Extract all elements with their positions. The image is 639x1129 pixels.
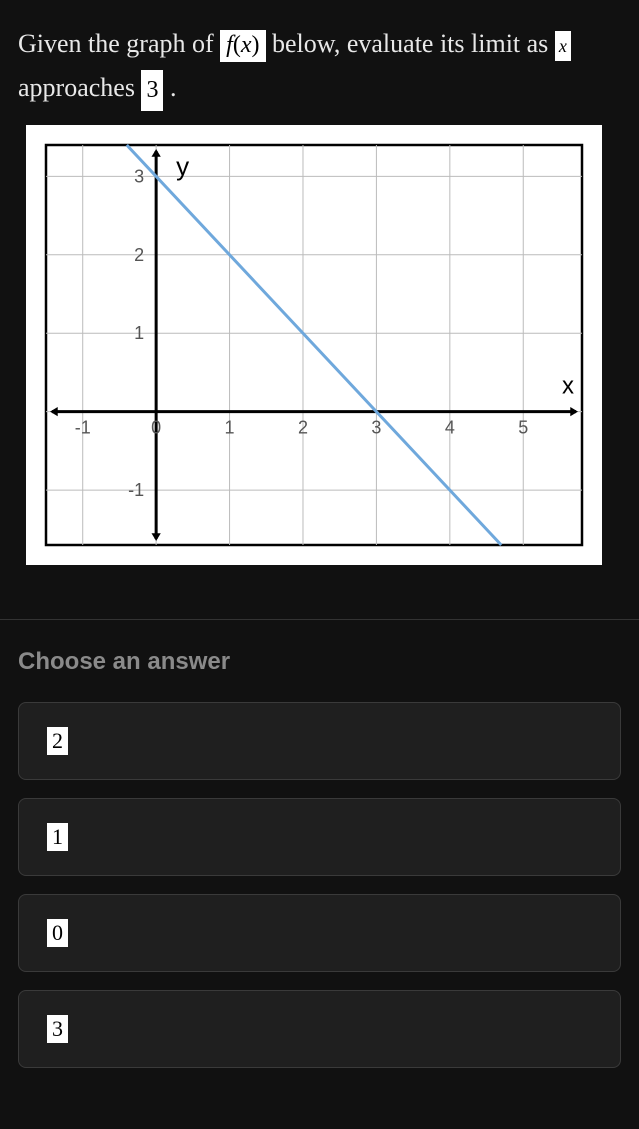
answer-value: 1	[47, 823, 68, 851]
answer-value: 2	[47, 727, 68, 755]
svg-text:4: 4	[445, 417, 455, 437]
graph-svg: -1 0 1 2 3 4 5 -1 1 2 3 x y	[36, 135, 592, 555]
answer-heading: Choose an answer	[18, 648, 621, 676]
variable-x: x	[555, 31, 571, 62]
question-part2: below, evaluate its limit as	[272, 29, 555, 58]
svg-text:2: 2	[134, 244, 144, 264]
svg-text:-1: -1	[128, 480, 144, 500]
svg-text:3: 3	[134, 166, 144, 186]
svg-text:3: 3	[371, 417, 381, 437]
question-part4: .	[170, 73, 177, 102]
question-part3: approaches	[18, 73, 141, 102]
fx-expression: f(x)	[220, 30, 265, 61]
svg-text:y: y	[176, 151, 189, 181]
answer-option-1[interactable]: 1	[18, 798, 621, 876]
answer-section: Choose an answer 2 1 0 3	[0, 620, 639, 1068]
question-text: Given the graph of f(x) below, evaluate …	[0, 0, 639, 583]
svg-text:1: 1	[225, 417, 235, 437]
svg-text:-1: -1	[75, 417, 91, 437]
svg-text:0: 0	[151, 417, 161, 437]
svg-text:5: 5	[518, 417, 528, 437]
answer-option-0[interactable]: 0	[18, 894, 621, 972]
svg-text:1: 1	[134, 323, 144, 343]
answer-option-3[interactable]: 3	[18, 990, 621, 1068]
svg-text:2: 2	[298, 417, 308, 437]
answer-option-2[interactable]: 2	[18, 702, 621, 780]
graph-container: -1 0 1 2 3 4 5 -1 1 2 3 x y	[26, 125, 602, 565]
answer-value: 3	[47, 1015, 68, 1043]
svg-text:x: x	[562, 372, 574, 399]
approach-value: 3	[141, 70, 163, 111]
answer-value: 0	[47, 919, 68, 947]
answer-list: 2 1 0 3	[18, 702, 621, 1068]
question-part1: Given the graph of	[18, 29, 220, 58]
